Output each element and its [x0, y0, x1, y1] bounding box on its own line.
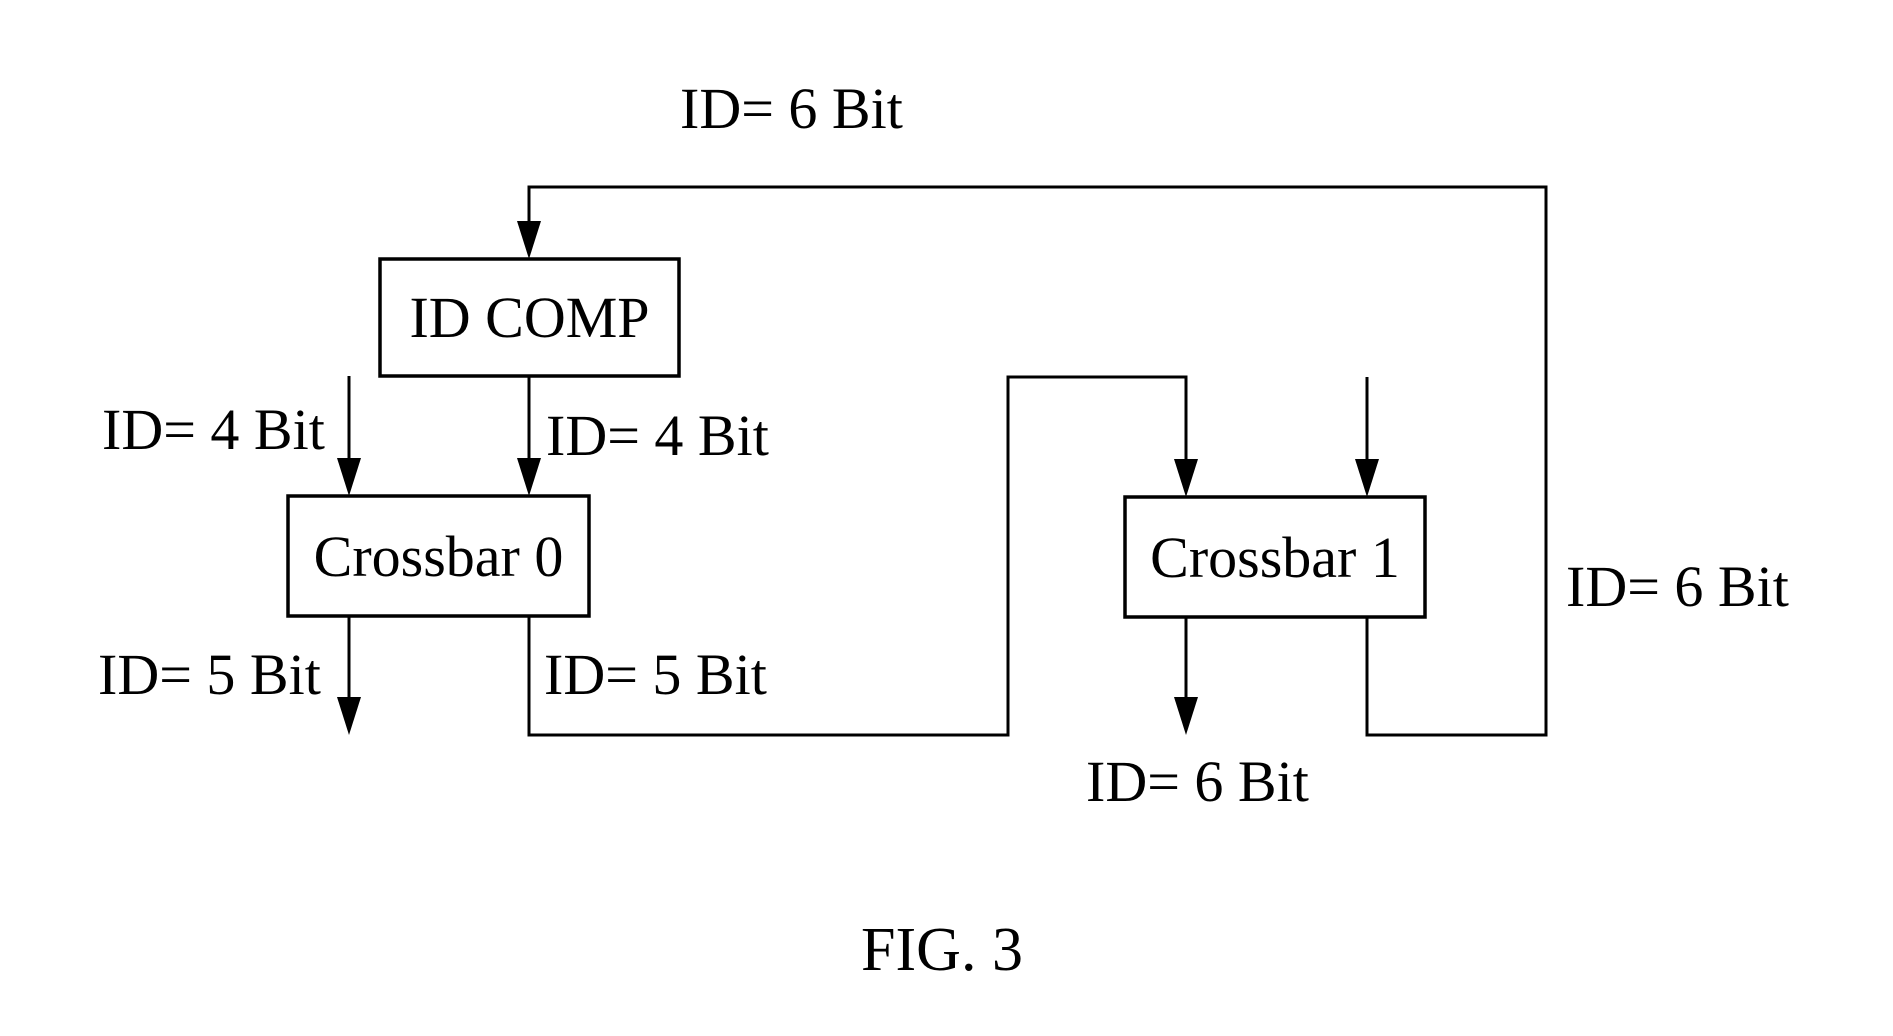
block-id-comp: ID COMP: [378, 257, 681, 378]
block-crossbar-1: Crossbar 1: [1123, 495, 1427, 619]
arrow-down-icon: [337, 697, 361, 735]
label-feedback-top: ID= 6 Bit: [680, 76, 903, 141]
label-crossbar1-feedback-right: ID= 6 Bit: [1566, 554, 1789, 619]
arrow-down-icon: [517, 458, 541, 496]
label-crossbar1-output: ID= 6 Bit: [1086, 749, 1309, 814]
label-crossbar0-output-left: ID= 5 Bit: [98, 642, 321, 707]
crossbar0-label: Crossbar 0: [314, 524, 564, 589]
id-comp-label: ID COMP: [409, 285, 649, 350]
label-crossbar0-input-left: ID= 4 Bit: [102, 397, 325, 462]
label-idcomp-to-crossbar0: ID= 4 Bit: [546, 403, 769, 468]
figure-caption: FIG. 3: [861, 916, 1023, 984]
label-crossbar0-output-right: ID= 5 Bit: [544, 642, 767, 707]
block-crossbar-0: Crossbar 0: [286, 494, 591, 618]
crossbar1-label: Crossbar 1: [1150, 525, 1400, 590]
diagram-canvas: ID COMP Crossbar 0 Crossbar 1 ID= 6 Bit …: [98, 76, 1789, 984]
arrow-down-icon: [1355, 459, 1379, 497]
arrow-down-icon: [1174, 697, 1198, 735]
arrow-down-icon: [337, 458, 361, 496]
arrow-down-icon: [517, 221, 541, 259]
arrow-down-icon: [1174, 459, 1198, 497]
